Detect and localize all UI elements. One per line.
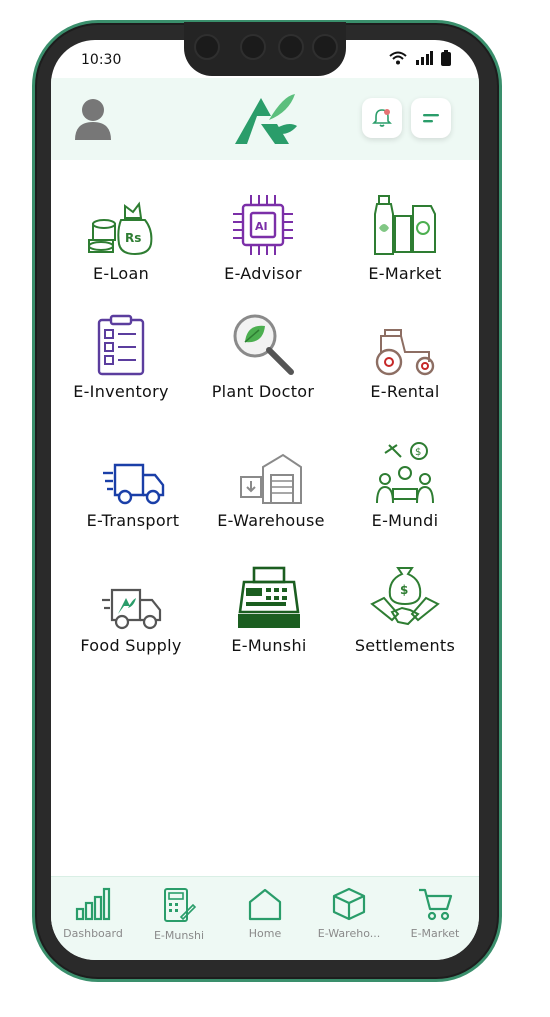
bell-icon (372, 109, 392, 127)
grid-item-label: E-Mundi (371, 511, 439, 530)
phone-notch (184, 22, 346, 76)
warehouse-icon (240, 453, 302, 504)
nav-e-warehouse[interactable]: E-Wareho... (309, 887, 389, 940)
app-screen: 10:30 Rs E-Loan AI E-Advisor E-Market E-… (51, 40, 479, 960)
handshake-money-icon: $ (370, 567, 440, 626)
nav-label: Home (248, 927, 282, 940)
nav-label: E-Munshi (153, 929, 205, 942)
grid-item-food-supply[interactable]: Food Supply (61, 560, 201, 655)
grid-item-label: Settlements (354, 636, 456, 655)
sensor-icon (312, 34, 338, 60)
sensor-icon (240, 34, 266, 60)
profile-avatar-icon[interactable] (73, 98, 113, 142)
nav-label: Dashboard (63, 927, 123, 940)
grid-item-label: E-Transport (86, 511, 180, 530)
svg-text:$: $ (415, 447, 421, 458)
grid-item-label: E-Advisor (224, 264, 302, 283)
grid-item-label: E-Munshi (231, 636, 307, 655)
clipboard-checklist-icon (97, 314, 145, 376)
trading-people-icon: $ (376, 442, 434, 504)
grid-item-label: Food Supply (80, 636, 182, 655)
money-bag-icon: Rs (88, 201, 153, 256)
grid-item-e-inventory[interactable]: E-Inventory (51, 306, 191, 401)
brand-logo-icon (235, 94, 297, 144)
ai-chip-icon: AI (233, 195, 293, 255)
status-icons (389, 50, 451, 66)
calculator-icon (164, 888, 197, 922)
nav-label: E-Market (410, 927, 460, 940)
grid-item-label: Plant Doctor (211, 382, 315, 401)
notifications-button[interactable] (362, 98, 402, 138)
nav-dashboard[interactable]: Dashboard (53, 887, 133, 940)
app-header (51, 78, 479, 160)
grid-item-label: E-Rental (370, 382, 440, 401)
wifi-icon (389, 51, 407, 65)
market-products-icon (374, 195, 436, 255)
grid-item-e-mundi[interactable]: $ E-Mundi (335, 435, 475, 530)
menu-button[interactable] (411, 98, 451, 138)
grid-item-e-munshi[interactable]: E-Munshi (199, 560, 339, 655)
signal-icon (416, 51, 433, 65)
ai-text: AI (255, 220, 268, 233)
rs-text: Rs (125, 231, 141, 245)
front-camera-icon (194, 34, 220, 60)
grid-item-label: E-Warehouse (217, 511, 325, 530)
grid-item-label: E-Market (368, 264, 442, 283)
grid-item-e-transport[interactable]: E-Transport (63, 435, 203, 530)
nav-e-market[interactable]: E-Market (395, 887, 475, 940)
bottom-nav: Dashboard E-Munshi Home E-Wareho... E-Ma… (51, 876, 479, 960)
status-time: 10:30 (81, 52, 122, 68)
grid-item-e-rental[interactable]: E-Rental (335, 306, 475, 401)
grid-item-label: E-Loan (92, 264, 150, 283)
shopping-cart-icon (419, 888, 453, 921)
grid-item-e-market[interactable]: E-Market (335, 188, 475, 283)
delivery-truck-icon (103, 463, 165, 505)
bar-chart-icon (75, 887, 111, 921)
leaf-magnifier-icon (233, 314, 294, 375)
grid-item-settlements[interactable]: $ Settlements (335, 560, 475, 655)
nav-e-munshi[interactable]: E-Munshi (139, 887, 219, 942)
nav-label: E-Wareho... (317, 927, 381, 940)
menu-icon (423, 114, 439, 123)
svg-text:$: $ (400, 583, 408, 597)
grid-item-e-warehouse[interactable]: E-Warehouse (201, 435, 341, 530)
grid-item-e-loan[interactable]: Rs E-Loan (51, 188, 191, 283)
battery-icon (441, 50, 451, 66)
grid-item-plant-doctor[interactable]: Plant Doctor (193, 306, 333, 401)
home-icon (248, 888, 282, 921)
nav-home[interactable]: Home (225, 887, 305, 940)
grid-item-e-advisor[interactable]: AI E-Advisor (193, 188, 333, 283)
food-truck-icon (102, 588, 162, 630)
grid-item-label: E-Inventory (73, 382, 169, 401)
cash-register-icon (238, 566, 300, 628)
sensor-icon (278, 34, 304, 60)
tractor-icon (375, 329, 435, 376)
package-box-icon (332, 887, 366, 921)
